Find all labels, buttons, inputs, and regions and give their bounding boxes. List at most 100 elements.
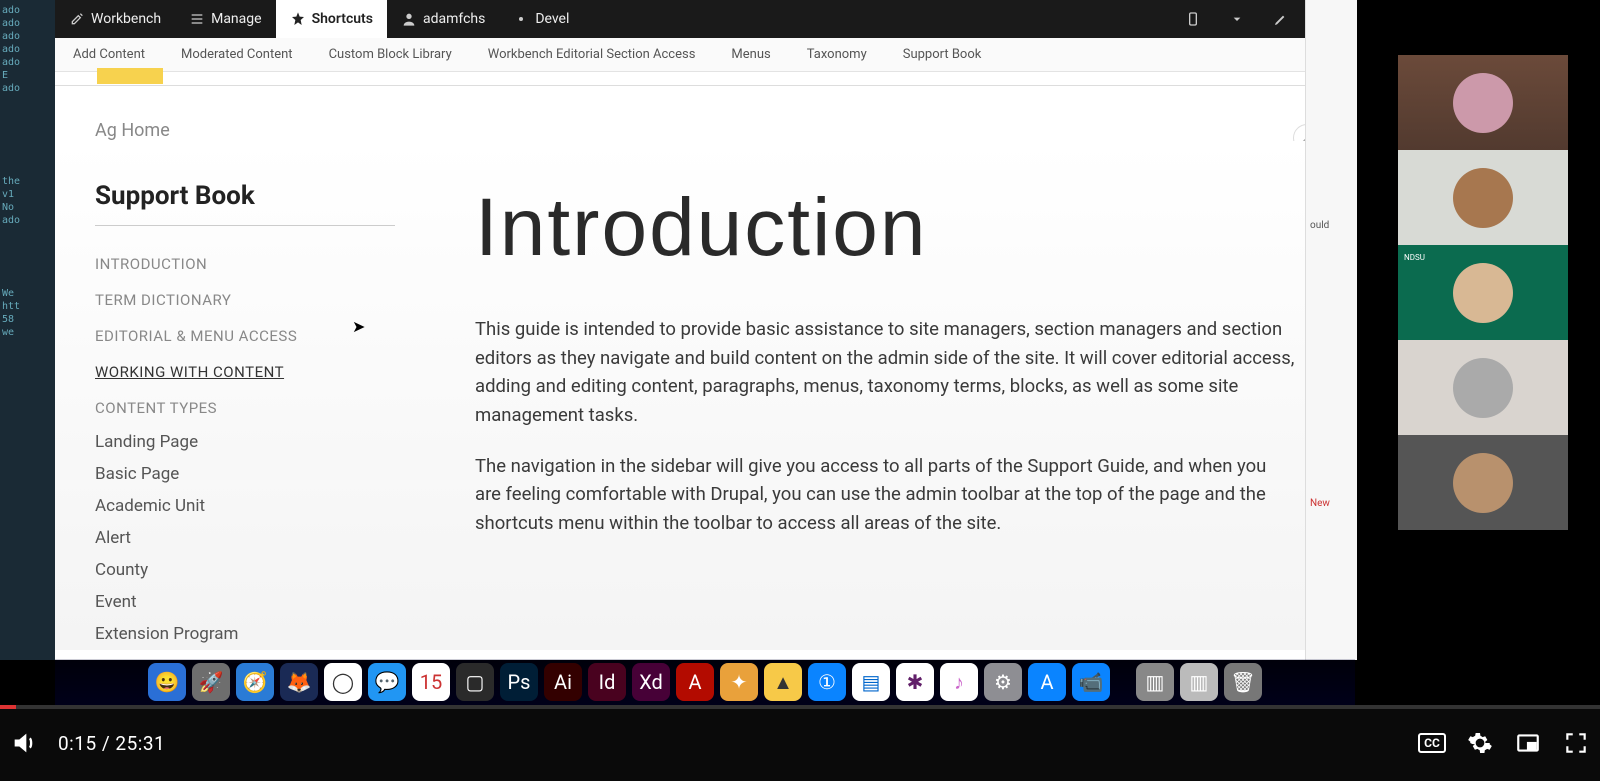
dock-photoshop-icon[interactable]: Ps [500,663,538,701]
time-sep: / [102,732,116,755]
cc-icon: CC [1418,733,1446,753]
devel-tab[interactable]: Devel [499,0,583,38]
background-code-strip: adoadoadoadoadoEado thev1Noado Wehtt58we [0,0,55,660]
nav-working-with-content[interactable]: WORKING WITH CONTENT [95,354,395,390]
mute-button[interactable] [0,719,48,767]
nav-landing-page[interactable]: Landing Page [95,426,395,458]
peek-text-new: New [1310,498,1330,509]
user-tab[interactable]: adamfchs [387,0,499,38]
fullscreen-icon [1563,730,1589,756]
workbench-tab[interactable]: Workbench [55,0,175,38]
dock-terminal-icon[interactable]: ▢ [456,663,494,701]
video-participants: NDSU [1398,55,1568,530]
participant-5[interactable] [1398,435,1568,530]
nav-event[interactable]: Event [95,586,395,618]
participant-1[interactable] [1398,55,1568,150]
dock-calendar-icon[interactable]: 15 [412,663,450,701]
shortcut-block-library[interactable]: Custom Block Library [311,38,470,71]
dock-safari-icon[interactable]: 🧭 [236,663,274,701]
nav-alert[interactable]: Alert [95,522,395,554]
shortcuts-bar: Add Content Moderated Content Custom Blo… [55,38,1355,72]
dock-zoom-icon[interactable]: 📹 [1072,663,1110,701]
peek-text-ould: ould [1310,220,1329,231]
shortcut-support-book[interactable]: Support Book [885,38,1000,71]
nav-content-types[interactable]: CONTENT TYPES [95,390,395,426]
nav-term-dictionary[interactable]: TERM DICTIONARY [95,282,395,318]
participant-4[interactable] [1398,340,1568,435]
settings-button[interactable] [1456,719,1504,767]
progress-bar[interactable] [0,705,1600,709]
captions-button[interactable]: CC [1408,719,1456,767]
nav-county[interactable]: County [95,554,395,586]
gear-icon [1467,730,1493,756]
sidebar-nav-sub: Landing Page Basic Page Academic Unit Al… [95,426,395,650]
current-time: 0:15 [58,732,97,755]
fullscreen-button[interactable] [1552,719,1600,767]
participant-2[interactable] [1398,150,1568,245]
gear-icon [513,11,529,27]
intro-paragraph-2: The navigation in the sidebar will give … [475,452,1295,538]
dock-app3-icon[interactable]: ▤ [852,663,890,701]
dock-trash-icon[interactable]: 🗑 [1224,663,1262,701]
manage-tab[interactable]: Manage [175,0,275,38]
dock-settings-icon[interactable]: ⚙ [984,663,1022,701]
dropdown-caret[interactable] [1215,0,1259,38]
dock-music-icon[interactable]: ♪ [940,663,978,701]
dock-xd-icon[interactable]: Xd [632,663,670,701]
page-content: Support Book INTRODUCTION TERM DICTIONAR… [55,141,1355,650]
nav-editorial-access[interactable]: EDITORIAL & MENU ACCESS [95,318,395,354]
browser-window: Workbench Manage Shortcuts adamfchs Deve… [55,0,1355,660]
sidebar-nav-main: INTRODUCTION TERM DICTIONARY EDITORIAL &… [95,246,395,426]
participant-3[interactable]: NDSU [1398,245,1568,340]
dock-launchpad-icon[interactable]: 🚀 [192,663,230,701]
shortcut-workbench-access[interactable]: Workbench Editorial Section Access [470,38,714,71]
person-icon [401,11,417,27]
shortcut-moderated[interactable]: Moderated Content [163,38,311,71]
dock-firefox-icon[interactable]: 🦊 [280,663,318,701]
dock-app1-icon[interactable]: ✦ [720,663,758,701]
mouse-cursor-icon: ➤ [352,317,365,336]
nav-basic-page[interactable]: Basic Page [95,458,395,490]
dock-folder2-icon[interactable]: ▥ [1180,663,1218,701]
dock-app2-icon[interactable]: ▲ [764,663,802,701]
dock-illustrator-icon[interactable]: Ai [544,663,582,701]
shortcuts-label: Shortcuts [312,11,373,27]
nav-introduction[interactable]: INTRODUCTION [95,246,395,282]
tools-icon [69,11,85,27]
progress-fill [0,705,16,709]
dock-folder1-icon[interactable]: ▥ [1136,663,1174,701]
nav-academic-unit[interactable]: Academic Unit [95,490,395,522]
dock-indesign-icon[interactable]: Id [588,663,626,701]
dock-appstore-icon[interactable]: A [1028,663,1066,701]
dock-messages-icon[interactable]: 💬 [368,663,406,701]
pencil-toggle[interactable] [1259,0,1303,38]
dock-finder-icon[interactable]: 😀 [148,663,186,701]
user-label: adamfchs [423,11,485,27]
participant-tag-ndsu: NDSU [1398,251,1431,264]
breadcrumb[interactable]: Ag Home [55,86,1355,141]
page-heading: Introduction [475,181,1315,275]
active-tab-chip [97,68,163,84]
devel-label: Devel [535,11,569,27]
dock-slack-icon[interactable]: ✱ [896,663,934,701]
workbench-label: Workbench [91,11,161,27]
total-time: 25:31 [115,732,165,755]
shortcut-menus[interactable]: Menus [713,38,788,71]
device-toggle[interactable] [1171,0,1215,38]
dock-chrome-icon[interactable]: ◯ [324,663,362,701]
main-article: Introduction This guide is intended to p… [475,181,1315,650]
nav-extension-program[interactable]: Extension Program [95,618,395,650]
pencil-icon [1273,11,1289,27]
shortcut-taxonomy[interactable]: Taxonomy [789,38,885,71]
manage-label: Manage [211,11,261,27]
star-icon [290,11,306,27]
dock-acrobat-icon[interactable]: A [676,663,714,701]
phone-icon [1185,11,1201,27]
shortcuts-tab[interactable]: Shortcuts [276,0,387,38]
background-window-peek: ould New [1305,0,1357,660]
dock-1password-icon[interactable]: ① [808,663,846,701]
shortcut-add-content[interactable]: Add Content [55,38,163,71]
video-player-bar: 0:15 / 25:31 CC [0,705,1600,781]
miniplayer-button[interactable] [1504,719,1552,767]
support-book-sidebar: Support Book INTRODUCTION TERM DICTIONAR… [95,181,395,650]
